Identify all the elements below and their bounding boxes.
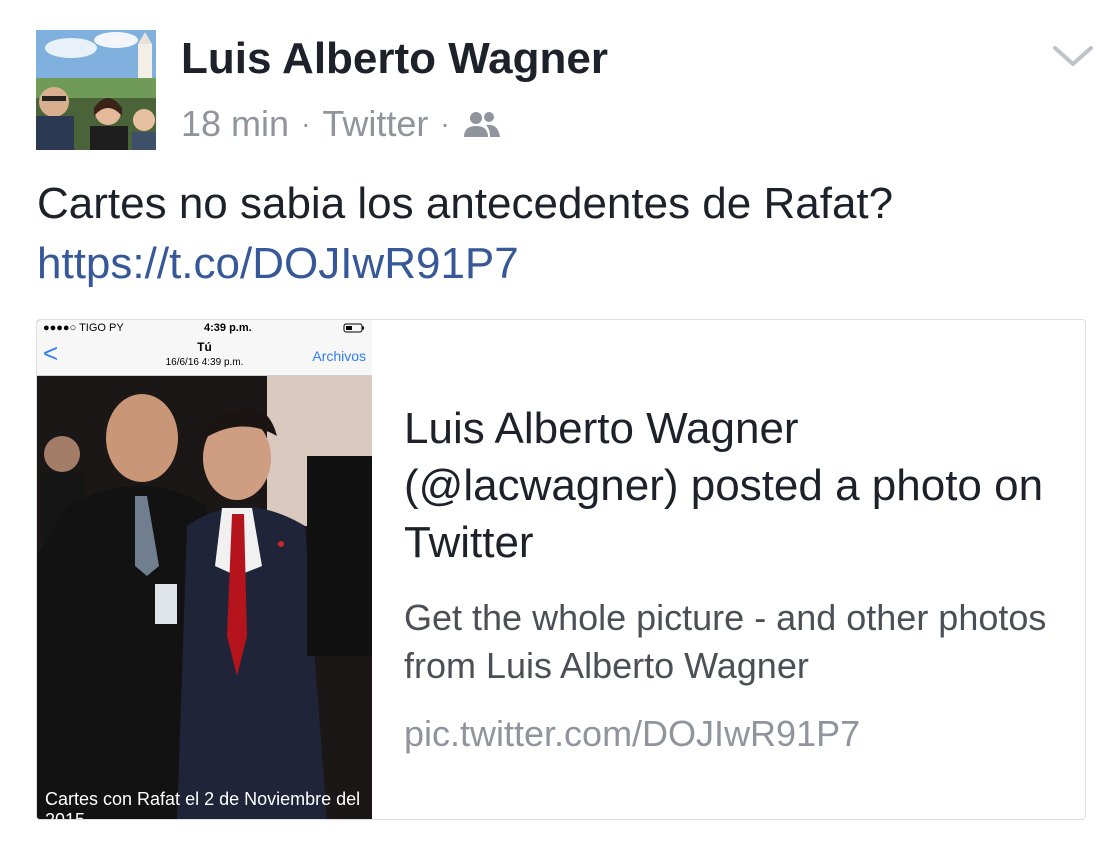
phone-time: 4:39 p.m. [204, 322, 252, 334]
chevron-down-icon[interactable] [1051, 40, 1095, 70]
friends-icon[interactable] [462, 109, 502, 139]
event-photo [37, 376, 372, 819]
meta-separator: · [301, 108, 311, 139]
phone-nav-bar: < Tú 16/6/16 4:39 p.m. Archivos [37, 336, 372, 376]
card-thumbnail[interactable]: ●●●●○ TIGO PY 4:39 p.m. < Tú 16/6/16 4:3… [37, 320, 372, 819]
post-timestamp[interactable]: 18 min [181, 103, 289, 145]
phone-status-bar: ●●●●○ TIGO PY 4:39 p.m. [37, 320, 372, 336]
card-body[interactable]: Luis Alberto Wagner (@lacwagner) posted … [404, 400, 1074, 755]
post-body: Cartes no sabia los antecedentes de Rafa… [37, 174, 893, 294]
phone-archive-button: Archivos [312, 348, 366, 364]
profile-photo [36, 30, 156, 150]
thumbnail-caption: Cartes con Rafat el 2 de Noviembre del 2… [45, 789, 361, 819]
post-source[interactable]: Twitter [322, 103, 428, 145]
post-link[interactable]: https://t.co/DOJIwR91P7 [37, 234, 893, 294]
battery-icon [343, 323, 364, 333]
post-author-name[interactable]: Luis Alberto Wagner [181, 34, 608, 84]
card-url[interactable]: pic.twitter.com/DOJIwR91P7 [404, 713, 1074, 755]
post-message: Cartes no sabia los antecedentes de Rafa… [37, 179, 894, 228]
card-title[interactable]: Luis Alberto Wagner (@lacwagner) posted … [404, 400, 1074, 571]
phone-carrier: ●●●●○ TIGO PY [43, 322, 124, 334]
post-meta: 18 min · Twitter · [181, 103, 502, 145]
meta-separator: · [440, 108, 450, 139]
avatar[interactable] [36, 30, 156, 150]
link-preview-card[interactable]: ●●●●○ TIGO PY 4:39 p.m. < Tú 16/6/16 4:3… [36, 319, 1086, 820]
card-description: Get the whole picture - and other photos… [404, 597, 1047, 686]
